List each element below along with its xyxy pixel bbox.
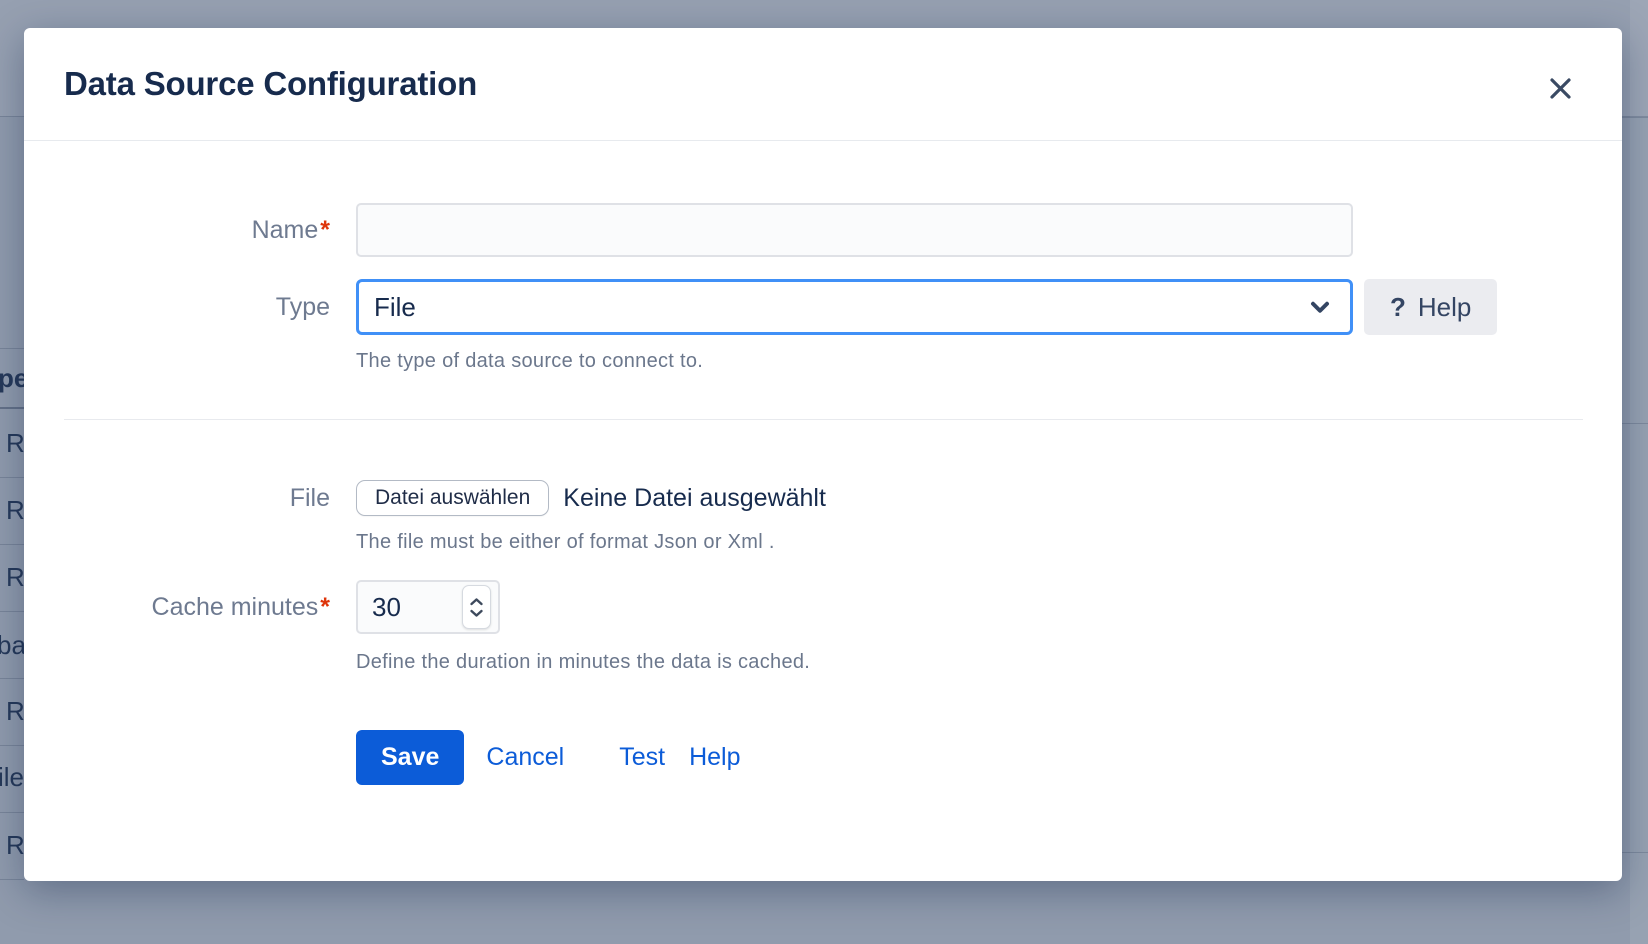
dialog-header: Data Source Configuration	[24, 28, 1622, 141]
close-icon	[1547, 75, 1574, 102]
data-source-configuration-dialog: Data Source Configuration Name* T	[24, 28, 1622, 881]
number-stepper[interactable]	[462, 585, 491, 629]
help-link[interactable]: Help	[689, 743, 740, 772]
required-asterisk: *	[320, 216, 330, 244]
bg-table-line	[0, 477, 24, 478]
bg-table-line	[0, 407, 24, 409]
save-button[interactable]: Save	[356, 730, 464, 785]
stepper-down-icon	[469, 608, 484, 618]
name-label: Name*	[24, 215, 330, 245]
cache-minutes-label-text: Cache minutes	[152, 593, 319, 621]
question-mark-icon: ?	[1390, 292, 1406, 323]
type-hint: The type of data source to connect to.	[356, 350, 1616, 373]
bg-table-line	[0, 544, 24, 545]
type-field-row: Type File ? Help	[24, 279, 1622, 335]
cache-minutes-field-row: Cache minutes*	[24, 580, 1622, 634]
type-select-value: File	[374, 292, 416, 323]
type-label: Type	[24, 292, 330, 322]
actions-row: Save Cancel Test Help	[24, 730, 1622, 785]
bg-table-fragment: ba	[0, 630, 26, 660]
bg-table-line	[1622, 117, 1648, 118]
background-right-panel-edge	[1630, 0, 1648, 944]
bg-table-fragment: R	[6, 696, 25, 726]
required-asterisk: *	[320, 593, 330, 621]
cancel-link[interactable]: Cancel	[486, 743, 564, 772]
bg-table-line	[0, 611, 24, 612]
dialog-body: Name* Type File	[24, 141, 1622, 785]
stepper-up-icon	[469, 597, 484, 607]
cache-hint: Define the duration in minutes the data …	[356, 651, 1616, 674]
section-divider	[64, 419, 1583, 420]
choose-file-button[interactable]: Datei auswählen	[356, 480, 549, 516]
bg-table-fragment: ile	[0, 762, 24, 792]
bg-table-line	[0, 879, 24, 880]
bg-table-line	[1622, 852, 1648, 853]
type-help-button[interactable]: ? Help	[1364, 279, 1497, 335]
bg-table-line	[0, 745, 24, 746]
file-status-text: Keine Datei ausgewählt	[563, 484, 826, 513]
bg-table-line	[1622, 423, 1648, 424]
type-hint-row: The type of data source to connect to.	[24, 350, 1622, 373]
name-field-row: Name*	[24, 203, 1622, 257]
file-hint: The file must be either of format Json o…	[356, 531, 1616, 554]
file-label-text: File	[290, 484, 330, 512]
type-help-button-label: Help	[1418, 292, 1471, 323]
close-button[interactable]	[1538, 66, 1582, 110]
chevron-down-icon	[1306, 293, 1334, 321]
cache-hint-row: Define the duration in minutes the data …	[24, 651, 1622, 674]
bg-table-line	[0, 348, 24, 349]
bg-table-fragment: R	[6, 495, 25, 525]
name-input[interactable]	[356, 203, 1353, 257]
file-field-row: File Datei auswählen Keine Datei ausgewä…	[24, 480, 1622, 516]
bg-table-fragment: R	[6, 562, 25, 592]
bg-table-fragment: R	[6, 428, 25, 458]
bg-table-line	[0, 678, 24, 679]
name-label-text: Name	[252, 216, 319, 244]
dimmed-background-page: pe R R R ba R ile R Data Source Configur…	[0, 0, 1648, 944]
test-link[interactable]: Test	[619, 743, 665, 772]
type-label-text: Type	[276, 293, 330, 321]
type-select[interactable]: File	[356, 279, 1353, 335]
file-hint-row: The file must be either of format Json o…	[24, 531, 1622, 554]
cache-minutes-label: Cache minutes*	[24, 592, 330, 622]
file-label: File	[24, 483, 330, 513]
bg-table-line	[0, 812, 24, 813]
bg-table-fragment: R	[6, 830, 25, 860]
page-title: Data Source Configuration	[64, 65, 477, 103]
